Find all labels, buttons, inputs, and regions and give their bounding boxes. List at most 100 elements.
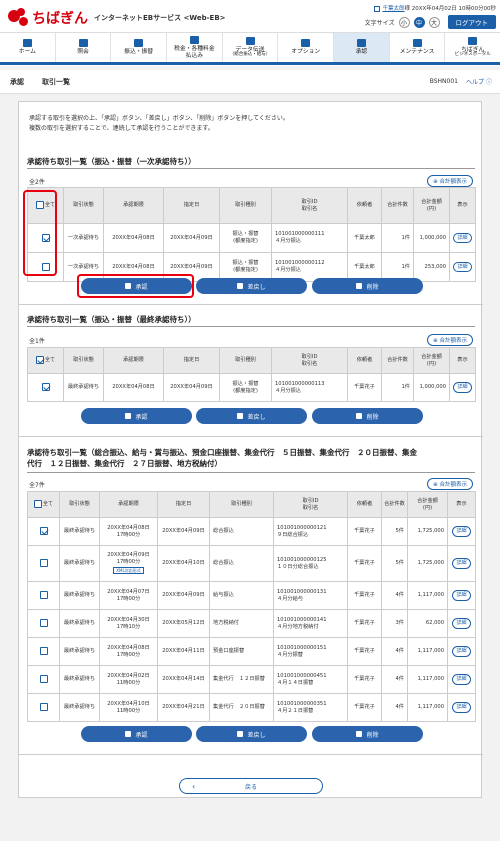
detail-button[interactable]: 詳細 xyxy=(453,232,472,244)
portal-icon xyxy=(468,36,478,45)
user-icon xyxy=(374,5,381,12)
section3-count: 全7件 xyxy=(29,482,45,489)
detail-button[interactable]: 詳細 xyxy=(452,618,471,629)
inquiry-icon xyxy=(78,39,88,48)
trash-icon xyxy=(356,283,363,289)
table-row: 最終承認待ち 20XX年04月09日 17時00分 XML対応形式 20XX年04… xyxy=(27,545,476,582)
detail-button[interactable]: 詳細 xyxy=(452,702,471,713)
row-checkbox[interactable] xyxy=(39,591,48,600)
logout-button[interactable]: ログアウト xyxy=(447,15,496,29)
data-transfer-icon xyxy=(245,36,255,45)
section2-table: 全て 取引状態 承認期限 指定日 取引種別 取引ID 取引名 依頼者 合計件数 合計金額 … xyxy=(27,347,476,402)
approve-icon xyxy=(125,731,132,737)
detail-button[interactable]: 詳細 xyxy=(453,261,472,273)
font-size-medium-button[interactable]: 中 xyxy=(413,16,425,28)
help-link[interactable]: ヘルプ ⓘ xyxy=(466,77,492,86)
global-nav: ホーム 照会 振込・振替 税金・各種料金 払込み データ伝送 （総合振込・給与） オ… xyxy=(0,32,500,65)
checkbox-highlight xyxy=(23,190,57,276)
search-icon: ⊕ xyxy=(433,179,438,185)
font-size-small-button[interactable]: 小 xyxy=(398,16,410,28)
section3-return-button[interactable]: 差戻し xyxy=(196,726,307,742)
row-checkbox[interactable] xyxy=(39,675,48,684)
row-checkbox[interactable] xyxy=(41,383,50,392)
search-icon: ⊕ xyxy=(433,482,438,488)
section2-delete-button[interactable]: 削除 xyxy=(312,408,423,424)
back-button[interactable]: ‹ 戻る xyxy=(179,778,323,794)
table-header: 全て 取引状態 承認期限 指定日 取引種別 取引ID 取引名 依頼者 合計件数 合計金額 … xyxy=(27,491,476,518)
home-icon xyxy=(22,39,32,48)
nav-option[interactable]: オプション xyxy=(278,33,335,62)
section3-delete-button[interactable]: 削除 xyxy=(312,726,423,742)
table-row: 最終承認待ち 20XX年04月07日 17時00分 20XX年04月09日 給与振込… xyxy=(27,581,476,610)
row-checkbox[interactable] xyxy=(39,527,48,536)
return-icon xyxy=(237,731,244,737)
nav-maintenance[interactable]: メンテナンス xyxy=(390,33,446,62)
last-login: 20XX年04月02日 10時00分00秒 xyxy=(411,6,496,12)
approve-highlight xyxy=(77,274,194,298)
screen-id: BSHN001 xyxy=(429,78,458,85)
detail-button[interactable]: 詳細 xyxy=(452,674,471,685)
option-icon xyxy=(301,39,311,48)
table-row: 最終承認待ち 20XX年04月08日 17時00分 20XX年04月11日 預金口座… xyxy=(27,637,476,666)
row-checkbox[interactable] xyxy=(39,703,48,712)
transfer-icon xyxy=(134,39,144,48)
row-checkbox[interactable] xyxy=(39,559,48,568)
select-all-checkbox[interactable] xyxy=(35,356,44,365)
section3-table: 全て 取引状態 承認期限 指定日 取引種別 取引ID 取引名 依頼者 合計件数 合計金額 … xyxy=(27,491,476,722)
detail-button[interactable]: 詳細 xyxy=(452,526,471,537)
brand-name: ちばぎん xyxy=(32,11,88,27)
section1-title: 承認待ち取引一覧（振込・振替（一次承認待ち）） xyxy=(27,157,196,166)
font-size-control: 文字サイズ 小 中 大 ログアウト xyxy=(365,15,496,29)
detail-button[interactable]: 詳細 xyxy=(453,382,472,393)
nav-transfer[interactable]: 振込・振替 xyxy=(111,33,168,62)
maintenance-icon xyxy=(412,39,422,48)
table-row: 最終承認待ち 20XX年04月08日 17時00分 20XX年04月09日 総合振込… xyxy=(27,517,476,546)
section1-total-button[interactable]: ⊕ 合計額表示 xyxy=(427,175,473,187)
table-header: 全て 取引状態 承認期限 指定日 取引種別 取引ID 取引名 依頼者 合計件数 合計金額 … xyxy=(27,347,476,374)
row-checkbox[interactable] xyxy=(39,647,48,656)
nav-tax[interactable]: 税金・各種料金 払込み xyxy=(167,33,223,62)
table-row: 一次承認待ち 20XX年04月08日 20XX年04月09日 振込・振替 (都度指定… xyxy=(27,223,476,253)
detail-button[interactable]: 詳細 xyxy=(452,646,471,657)
section2-approve-button[interactable]: 承認 xyxy=(81,408,192,424)
nav-data-transfer[interactable]: データ伝送 （総合振込・給与） xyxy=(223,33,279,62)
section3-title: 承認待ち取引一覧（総合振込、給与・賞与振込、預金口座振替、集金代行 ５日振替、集… xyxy=(27,448,417,468)
logo[interactable]: ちばぎん インターネットEBサービス <Web-EB> xyxy=(8,8,226,28)
section1-table: 全て 取引状態 承認期限 指定日 取引種別 取引ID 取引名 依頼者 合計件数 合計金額 … xyxy=(27,187,476,282)
section1-rule xyxy=(27,168,475,169)
detail-button[interactable]: 詳細 xyxy=(452,590,471,601)
row-checkbox[interactable] xyxy=(39,619,48,628)
font-size-large-button[interactable]: 大 xyxy=(428,16,440,28)
section1-return-button[interactable]: 差戻し xyxy=(196,278,307,294)
chibagin-logo-icon xyxy=(8,8,30,28)
section2-total-button[interactable]: ⊕ 合計額表示 xyxy=(427,334,473,346)
user-name-link[interactable]: 千葉太郎 xyxy=(382,6,404,12)
section3-approve-button[interactable]: 承認 xyxy=(81,726,192,742)
header: ちばぎん インターネットEBサービス <Web-EB> 千葉太郎様 20XX年0… xyxy=(0,0,500,66)
section1-count: 全2件 xyxy=(29,179,45,186)
nav-home[interactable]: ホーム xyxy=(0,33,56,62)
detail-button[interactable]: 詳細 xyxy=(452,558,471,569)
service-name: インターネットEBサービス <Web-EB> xyxy=(94,14,226,22)
approval-icon xyxy=(356,39,366,48)
section2-title: 承認待ち取引一覧（振込・振替（最終承認待ち）） xyxy=(27,315,196,324)
nav-approval[interactable]: 承認 xyxy=(334,33,390,62)
main-panel: 承認する取引を選択の上、「承認」ボタン、「差戻し」ボタン、「削除」ボタンを押して… xyxy=(18,101,483,798)
trash-icon xyxy=(356,731,363,737)
intro-text: 承認する取引を選択の上、「承認」ボタン、「差戻し」ボタン、「削除」ボタンを押して… xyxy=(29,115,289,132)
approve-icon xyxy=(125,413,132,419)
section3-actions: 承認 差戻し 削除 xyxy=(19,726,483,742)
help-icon: ⓘ xyxy=(485,79,492,86)
trash-icon xyxy=(356,413,363,419)
section2-return-button[interactable]: 差戻し xyxy=(196,408,307,424)
table-row: 最終承認待ち 20XX年04月10日 11時00分 20XX年04月21日 集金代行… xyxy=(27,693,476,722)
return-icon xyxy=(237,413,244,419)
nav-portal[interactable]: ちばぎん ビジネスポータル xyxy=(445,33,500,62)
section2-actions: 承認 差戻し 削除 xyxy=(19,408,483,424)
page-subtitle: 取引一覧 xyxy=(42,77,70,86)
select-all-checkbox[interactable] xyxy=(33,500,42,509)
section1-delete-button[interactable]: 削除 xyxy=(312,278,423,294)
nav-inquiry[interactable]: 照会 xyxy=(56,33,112,62)
xml-format-badge: XML対応形式 xyxy=(113,566,144,575)
section3-total-button[interactable]: ⊕ 合計額表示 xyxy=(427,478,473,490)
